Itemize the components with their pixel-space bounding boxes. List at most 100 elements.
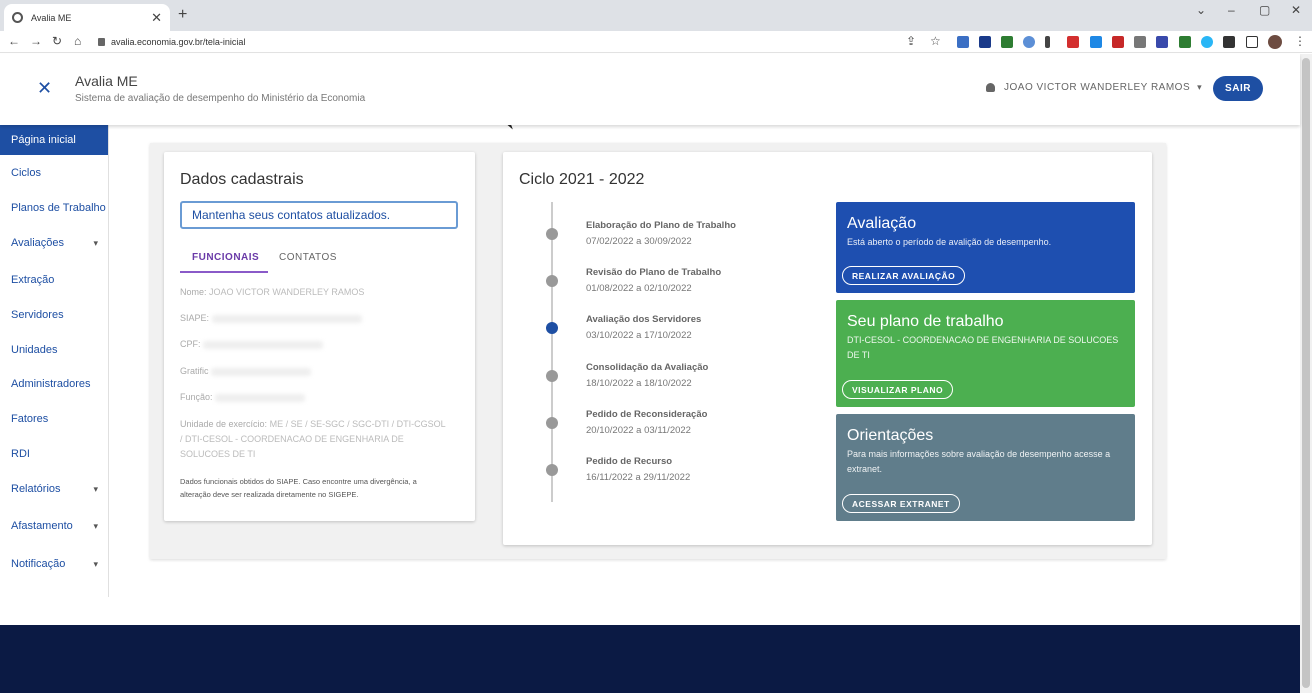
logout-button[interactable]: SAIR <box>1213 76 1263 101</box>
sidebar-item-ciclos[interactable]: Ciclos <box>0 158 108 188</box>
contact-notice[interactable]: Mantenha seus contatos atualizados. <box>180 201 458 229</box>
browser-tab-bar: Avalia ME ✕ + ⌄ – ▢ ✕ <box>0 0 1312 31</box>
extension-icon[interactable] <box>1090 36 1102 48</box>
extension-icon[interactable] <box>1112 36 1124 48</box>
minimize-icon[interactable]: – <box>1228 3 1235 17</box>
sidebar-item-fatores[interactable]: Fatores <box>0 404 108 434</box>
new-tab-icon[interactable]: + <box>178 6 187 24</box>
field-label: Unidade de exercício: <box>180 419 268 429</box>
redacted-value <box>211 367 312 376</box>
close-tab-icon[interactable]: ✕ <box>151 10 162 26</box>
back-icon[interactable]: ← <box>8 34 20 48</box>
extension-icon[interactable] <box>979 36 991 48</box>
field-label: SIAPE: <box>180 313 210 323</box>
redacted-value <box>215 393 306 402</box>
timeline-dot <box>546 417 558 429</box>
sidebar-item-label: Afastamento <box>11 520 73 532</box>
timeline-step-title: Revisão do Plano de Trabalho <box>586 267 722 278</box>
siape-footnote: Dados funcionais obtidos do SIAPE. Caso … <box>180 477 417 499</box>
extension-icon[interactable] <box>1001 36 1013 48</box>
visualizar-plano-button[interactable]: VISUALIZAR PLANO <box>842 380 954 399</box>
redacted-value <box>203 340 324 349</box>
extension-icon[interactable] <box>1201 36 1213 48</box>
bookmark-star-icon[interactable]: ☆ <box>930 34 941 48</box>
extensions-puzzle-icon[interactable] <box>1223 36 1235 48</box>
sidebar-item-label: Avaliações <box>11 237 64 249</box>
extension-icon[interactable] <box>1023 36 1035 48</box>
field-unidade: Unidade de exercício: ME / SE / SE-SGC /… <box>180 417 450 462</box>
field-cpf: CPF: <box>180 337 450 352</box>
app-header: ✕ Avalia ME Sistema de avaliação de dese… <box>0 54 1300 125</box>
browser-menu-icon[interactable]: ⋮ <box>1294 34 1306 48</box>
user-name: JOAO VICTOR WANDERLEY RAMOS <box>1004 82 1191 93</box>
extension-icon[interactable] <box>1134 36 1146 48</box>
chevron-down-icon: ▾ <box>1197 82 1203 92</box>
sidebar-item-servidores[interactable]: Servidores <box>0 300 108 330</box>
ciclo-title: Ciclo 2021 - 2022 <box>519 171 645 188</box>
extension-icon[interactable] <box>1067 36 1079 48</box>
extension-icon[interactable] <box>957 36 969 48</box>
scrollbar-thumb[interactable] <box>1302 58 1310 688</box>
acessar-extranet-button[interactable]: ACESSAR EXTRANET <box>842 494 960 513</box>
chevron-down-icon: ▾ <box>93 483 98 494</box>
sidebar-item-notificacao[interactable]: Notificação ▾ <box>0 549 108 579</box>
ciclo-card: Ciclo 2021 - 2022 Elaboração do Plano de… <box>503 152 1152 545</box>
close-menu-icon[interactable]: ✕ <box>37 78 52 99</box>
tab-search-icon[interactable]: ⌄ <box>1196 3 1206 17</box>
sidebar-item-pagina-inicial[interactable]: Página inicial <box>0 125 108 155</box>
sidebar-item-label: Servidores <box>11 309 64 321</box>
sidebar-item-extracao[interactable]: Extração <box>0 265 108 295</box>
timeline-step-dates: 20/10/2022 a 03/11/2022 <box>586 425 691 436</box>
tab-funcionais[interactable]: FUNCIONAIS <box>192 252 259 263</box>
extension-icon[interactable] <box>1179 36 1191 48</box>
field-gratificacao: Gratific <box>180 364 450 379</box>
reload-icon[interactable]: ↻ <box>52 34 62 48</box>
lock-icon <box>98 38 105 46</box>
field-siape: SIAPE: <box>180 311 450 326</box>
extension-icon[interactable] <box>1156 36 1168 48</box>
timeline-step-dates: 16/11/2022 a 29/11/2022 <box>586 472 691 483</box>
url-text: avalia.economia.gov.br/tela-inicial <box>111 37 246 47</box>
sidebar-item-label: Página inicial <box>11 134 76 146</box>
site-favicon-icon <box>12 12 23 23</box>
field-label: Gratific <box>180 366 209 376</box>
side-panel-icon[interactable] <box>1246 36 1258 48</box>
chevron-down-icon: ▾ <box>93 558 98 569</box>
sidebar-item-unidades[interactable]: Unidades <box>0 335 108 365</box>
user-menu[interactable]: JOAO VICTOR WANDERLEY RAMOS ▾ <box>986 82 1202 93</box>
app-title: Avalia ME <box>75 73 138 89</box>
tab-contatos[interactable]: CONTATOS <box>279 252 337 263</box>
sidebar-item-afastamento[interactable]: Afastamento ▾ <box>0 511 108 541</box>
field-value: JOAO VICTOR WANDERLEY RAMOS <box>209 287 365 297</box>
sidebar-item-administradores[interactable]: Administradores <box>0 369 108 399</box>
timeline-step-title: Avaliação dos Servidores <box>586 314 702 325</box>
field-label: Nome: <box>180 287 207 297</box>
home-icon[interactable]: ⌂ <box>74 34 81 48</box>
realizar-avaliacao-button[interactable]: REALIZAR AVALIAÇÃO <box>842 266 966 285</box>
timeline-dot <box>546 228 558 240</box>
timeline-dot <box>546 370 558 382</box>
profile-avatar[interactable] <box>1268 35 1282 49</box>
browser-tab[interactable]: Avalia ME ✕ <box>4 4 170 31</box>
sidebar-item-avaliacoes[interactable]: Avaliações ▾ <box>0 228 108 258</box>
share-icon[interactable]: ⇪ <box>906 34 916 48</box>
forward-icon[interactable]: → <box>30 34 42 48</box>
sidebar-item-planos[interactable]: Planos de Trabalho <box>0 193 108 223</box>
field-funcao: Função: <box>180 390 450 405</box>
extension-icon[interactable] <box>1045 36 1050 48</box>
sidebar-item-relatorios[interactable]: Relatórios ▾ <box>0 474 108 504</box>
url-field[interactable]: avalia.economia.gov.br/tela-inicial <box>98 34 898 50</box>
sidebar-item-rdi[interactable]: RDI <box>0 439 108 469</box>
sidebar: Página inicial Ciclos Planos de Trabalho… <box>0 125 109 597</box>
timeline-step-dates: 01/08/2022 a 02/10/2022 <box>586 283 692 294</box>
field-label: CPF: <box>180 339 201 349</box>
sidebar-item-label: Extração <box>11 274 55 286</box>
page-footer <box>0 625 1300 693</box>
chevron-down-icon: ▾ <box>93 237 98 248</box>
close-window-icon[interactable]: ✕ <box>1291 3 1301 17</box>
maximize-icon[interactable]: ▢ <box>1259 3 1270 17</box>
panel-title: Seu plano de trabalho <box>847 313 1004 330</box>
dados-cadastrais-card: Dados cadastrais Mantenha seus contatos … <box>164 152 475 521</box>
address-bar: ← → ↻ ⌂ avalia.economia.gov.br/tela-inic… <box>0 31 1312 53</box>
field-nome: Nome: JOAO VICTOR WANDERLEY RAMOS <box>180 285 450 300</box>
